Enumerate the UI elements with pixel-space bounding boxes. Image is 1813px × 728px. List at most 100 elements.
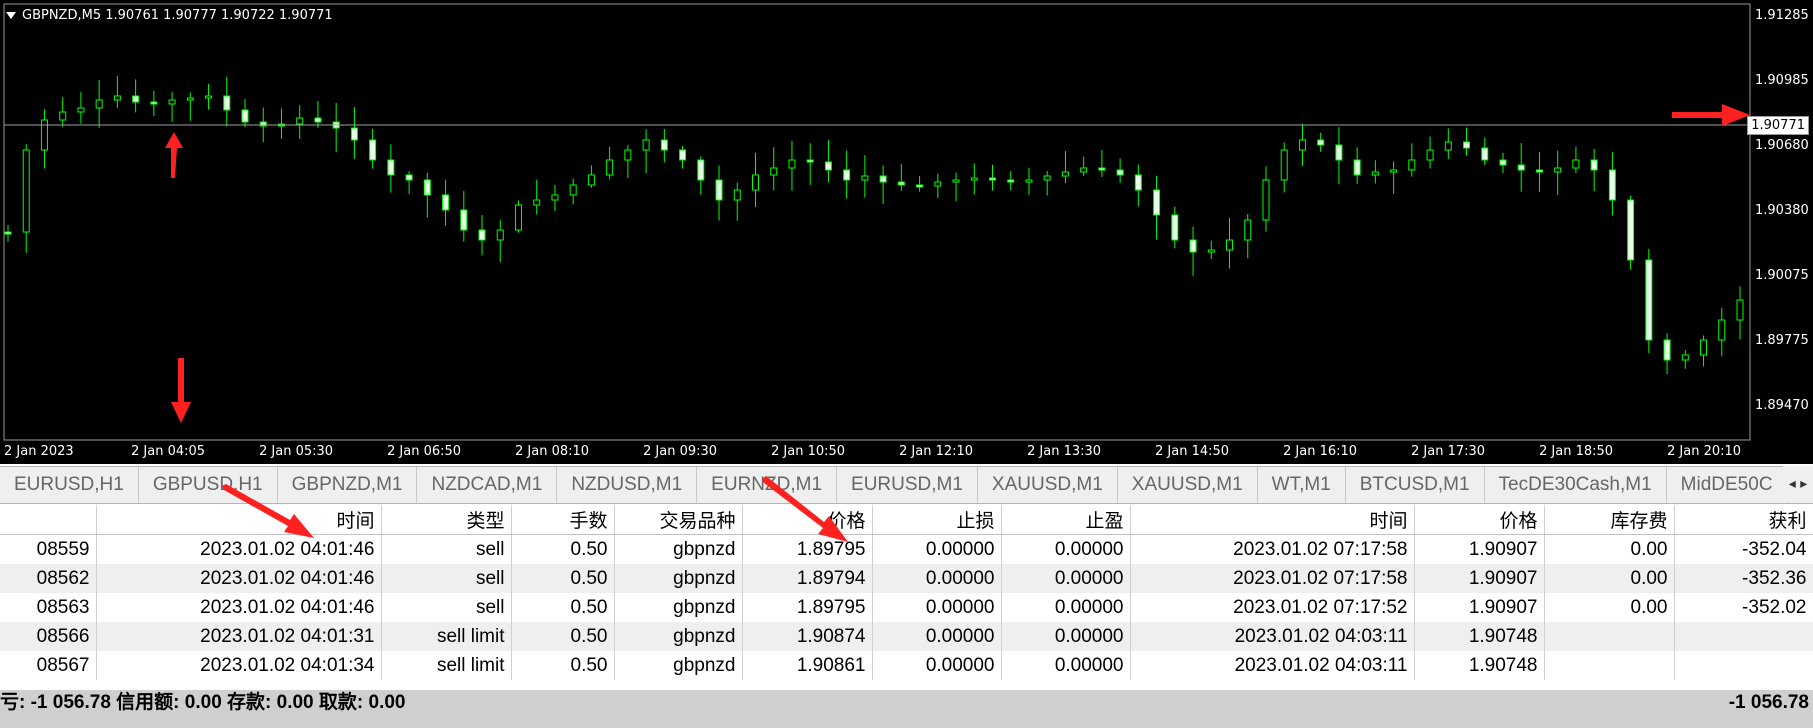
tab-nzdusd-m1[interactable]: NZDUSD,M1	[557, 467, 698, 503]
time-axis-label: 2 Jan 04:05	[131, 444, 206, 459]
table-row[interactable]: 08563 2023.01.02 04:01:46 sell 0.50 gbpn…	[0, 593, 1813, 622]
table-row[interactable]: 08566 2023.01.02 04:01:31 sell limit 0.5…	[0, 622, 1813, 651]
candle-body	[1408, 159, 1416, 171]
candle-body	[733, 189, 741, 201]
tab-eurusd-m1[interactable]: EURUSD,M1	[837, 467, 978, 503]
candle-body	[1499, 159, 1507, 166]
column-header-close-price[interactable]: 价格	[1414, 505, 1545, 535]
close-price-cell: 1.90748	[1414, 622, 1545, 651]
candle-body	[1517, 164, 1525, 171]
candle-body	[770, 167, 778, 176]
candle-body	[1572, 159, 1580, 169]
close-time-cell: 2023.01.02 07:17:58	[1130, 534, 1415, 564]
profit-cell	[1674, 651, 1813, 680]
tab-tecde30cash-m1[interactable]: TecDE30Cash,M1	[1485, 467, 1667, 503]
candle-body	[1226, 239, 1234, 251]
candle-body	[223, 95, 231, 111]
tab-btcusd-m1[interactable]: BTCUSD,M1	[1346, 467, 1485, 503]
swap-cell: 0.00	[1544, 534, 1675, 564]
total-profit: -1 056.78	[1728, 692, 1809, 713]
take-profit-cell: 0.00000	[1001, 534, 1131, 564]
candle-body	[1061, 171, 1069, 177]
lots-cell: 0.50	[511, 593, 615, 622]
table-row[interactable]: 08567 2023.01.02 04:01:34 sell limit 0.5…	[0, 651, 1813, 680]
candle-body	[952, 179, 960, 183]
tab-scroll-arrows-icon[interactable]: ◂ ▸	[1783, 466, 1813, 502]
collapse-triangle-icon[interactable]	[6, 12, 16, 19]
table-row[interactable]: 08562 2023.01.02 04:01:46 sell 0.50 gbpn…	[0, 564, 1813, 593]
tab-eurusd-h1[interactable]: EURUSD,H1	[0, 467, 139, 503]
candle-body	[1353, 159, 1361, 176]
tab-midde50c[interactable]: MidDE50C	[1667, 467, 1788, 503]
column-header-symbol[interactable]: 交易品种	[614, 505, 743, 535]
open-time-cell: 2023.01.02 04:01:31	[96, 622, 382, 651]
profit-cell	[1674, 622, 1813, 651]
candle-body	[314, 117, 322, 123]
column-header-take-profit[interactable]: 止盈	[1001, 505, 1131, 535]
tab-wt-m1[interactable]: WT,M1	[1258, 467, 1346, 503]
candle-body	[1736, 299, 1744, 321]
close-price-cell: 1.90907	[1414, 564, 1545, 593]
profit-cell: -352.36	[1674, 564, 1813, 593]
column-header-close-time[interactable]: 时间	[1130, 505, 1415, 535]
time-axis-label: 2 Jan 17:30	[1411, 444, 1486, 459]
take-profit-cell: 0.00000	[1001, 622, 1131, 651]
candle-body	[1481, 147, 1489, 161]
candle-body	[879, 175, 887, 183]
time-axis-label: 2 Jan 20:10	[1667, 444, 1742, 459]
candle-body	[697, 159, 705, 181]
candle-body	[1663, 339, 1671, 361]
take-profit-cell: 0.00000	[1001, 564, 1131, 593]
close-time-cell: 2023.01.02 04:03:11	[1130, 622, 1415, 651]
candle-body	[241, 109, 249, 123]
open-price-cell: 1.90874	[742, 622, 873, 651]
type-cell: sell limit	[381, 651, 512, 680]
candle-body	[1335, 144, 1343, 161]
candle-body	[624, 149, 632, 161]
time-axis-label: 2 Jan 09:30	[643, 444, 718, 459]
column-header-order[interactable]	[0, 505, 97, 535]
candle-body	[1700, 339, 1708, 356]
tab-nzdcad-m1[interactable]: NZDCAD,M1	[417, 467, 558, 503]
order-id-cell: 08559	[0, 534, 97, 564]
candle-body	[478, 229, 486, 241]
stop-loss-cell: 0.00000	[872, 564, 1002, 593]
tab-xauusd-m1[interactable]: XAUUSD,M1	[978, 467, 1118, 503]
candle-body	[4, 231, 12, 235]
type-cell: sell	[381, 534, 512, 564]
candle-body	[1390, 169, 1398, 173]
price-axis-label: 1.89470	[1755, 398, 1809, 413]
swap-cell: 0.00	[1544, 593, 1675, 622]
chart-header[interactable]: GBPNZD,M5 1.90761 1.90777 1.90722 1.9077…	[6, 8, 333, 23]
candle-body	[460, 209, 468, 231]
column-header-swap[interactable]: 库存费	[1544, 505, 1675, 535]
candle-body	[642, 139, 650, 151]
candle-body	[806, 159, 814, 163]
candle-body	[1171, 214, 1179, 241]
candle-body	[150, 101, 158, 105]
column-header-type[interactable]: 类型	[381, 505, 512, 535]
candle-body	[168, 99, 176, 105]
price-chart[interactable]: GBPNZD,M5 1.90761 1.90777 1.90722 1.9077…	[0, 0, 1813, 464]
candle-body	[1280, 149, 1288, 181]
candle-body	[861, 175, 869, 181]
time-axis-label: 2 Jan 12:10	[899, 444, 974, 459]
time-axis-label: 2 Jan 10:50	[771, 444, 846, 459]
account-summary-bar: 亏: -1 056.78 信用额: 0.00 存款: 0.00 取款: 0.00…	[0, 690, 1813, 728]
swap-cell	[1544, 622, 1675, 651]
symbol-cell: gbpnzd	[614, 534, 743, 564]
plot-frame	[3, 3, 1751, 441]
column-header-lots[interactable]: 手数	[511, 505, 615, 535]
candles-group	[4, 76, 1744, 375]
open-time-cell: 2023.01.02 04:01:34	[96, 651, 382, 680]
candle-body	[751, 174, 759, 191]
tab-xauusd-m1-2[interactable]: XAUUSD,M1	[1118, 467, 1258, 503]
column-header-profit[interactable]: 获利	[1674, 505, 1813, 535]
swap-cell: 0.00	[1544, 564, 1675, 593]
column-header-stop-loss[interactable]: 止损	[872, 505, 1002, 535]
candle-body	[132, 95, 140, 103]
candle-body	[77, 107, 85, 113]
time-axis-label: 2 Jan 18:50	[1539, 444, 1614, 459]
profit-cell: -352.02	[1674, 593, 1813, 622]
candle-body	[1590, 159, 1598, 171]
